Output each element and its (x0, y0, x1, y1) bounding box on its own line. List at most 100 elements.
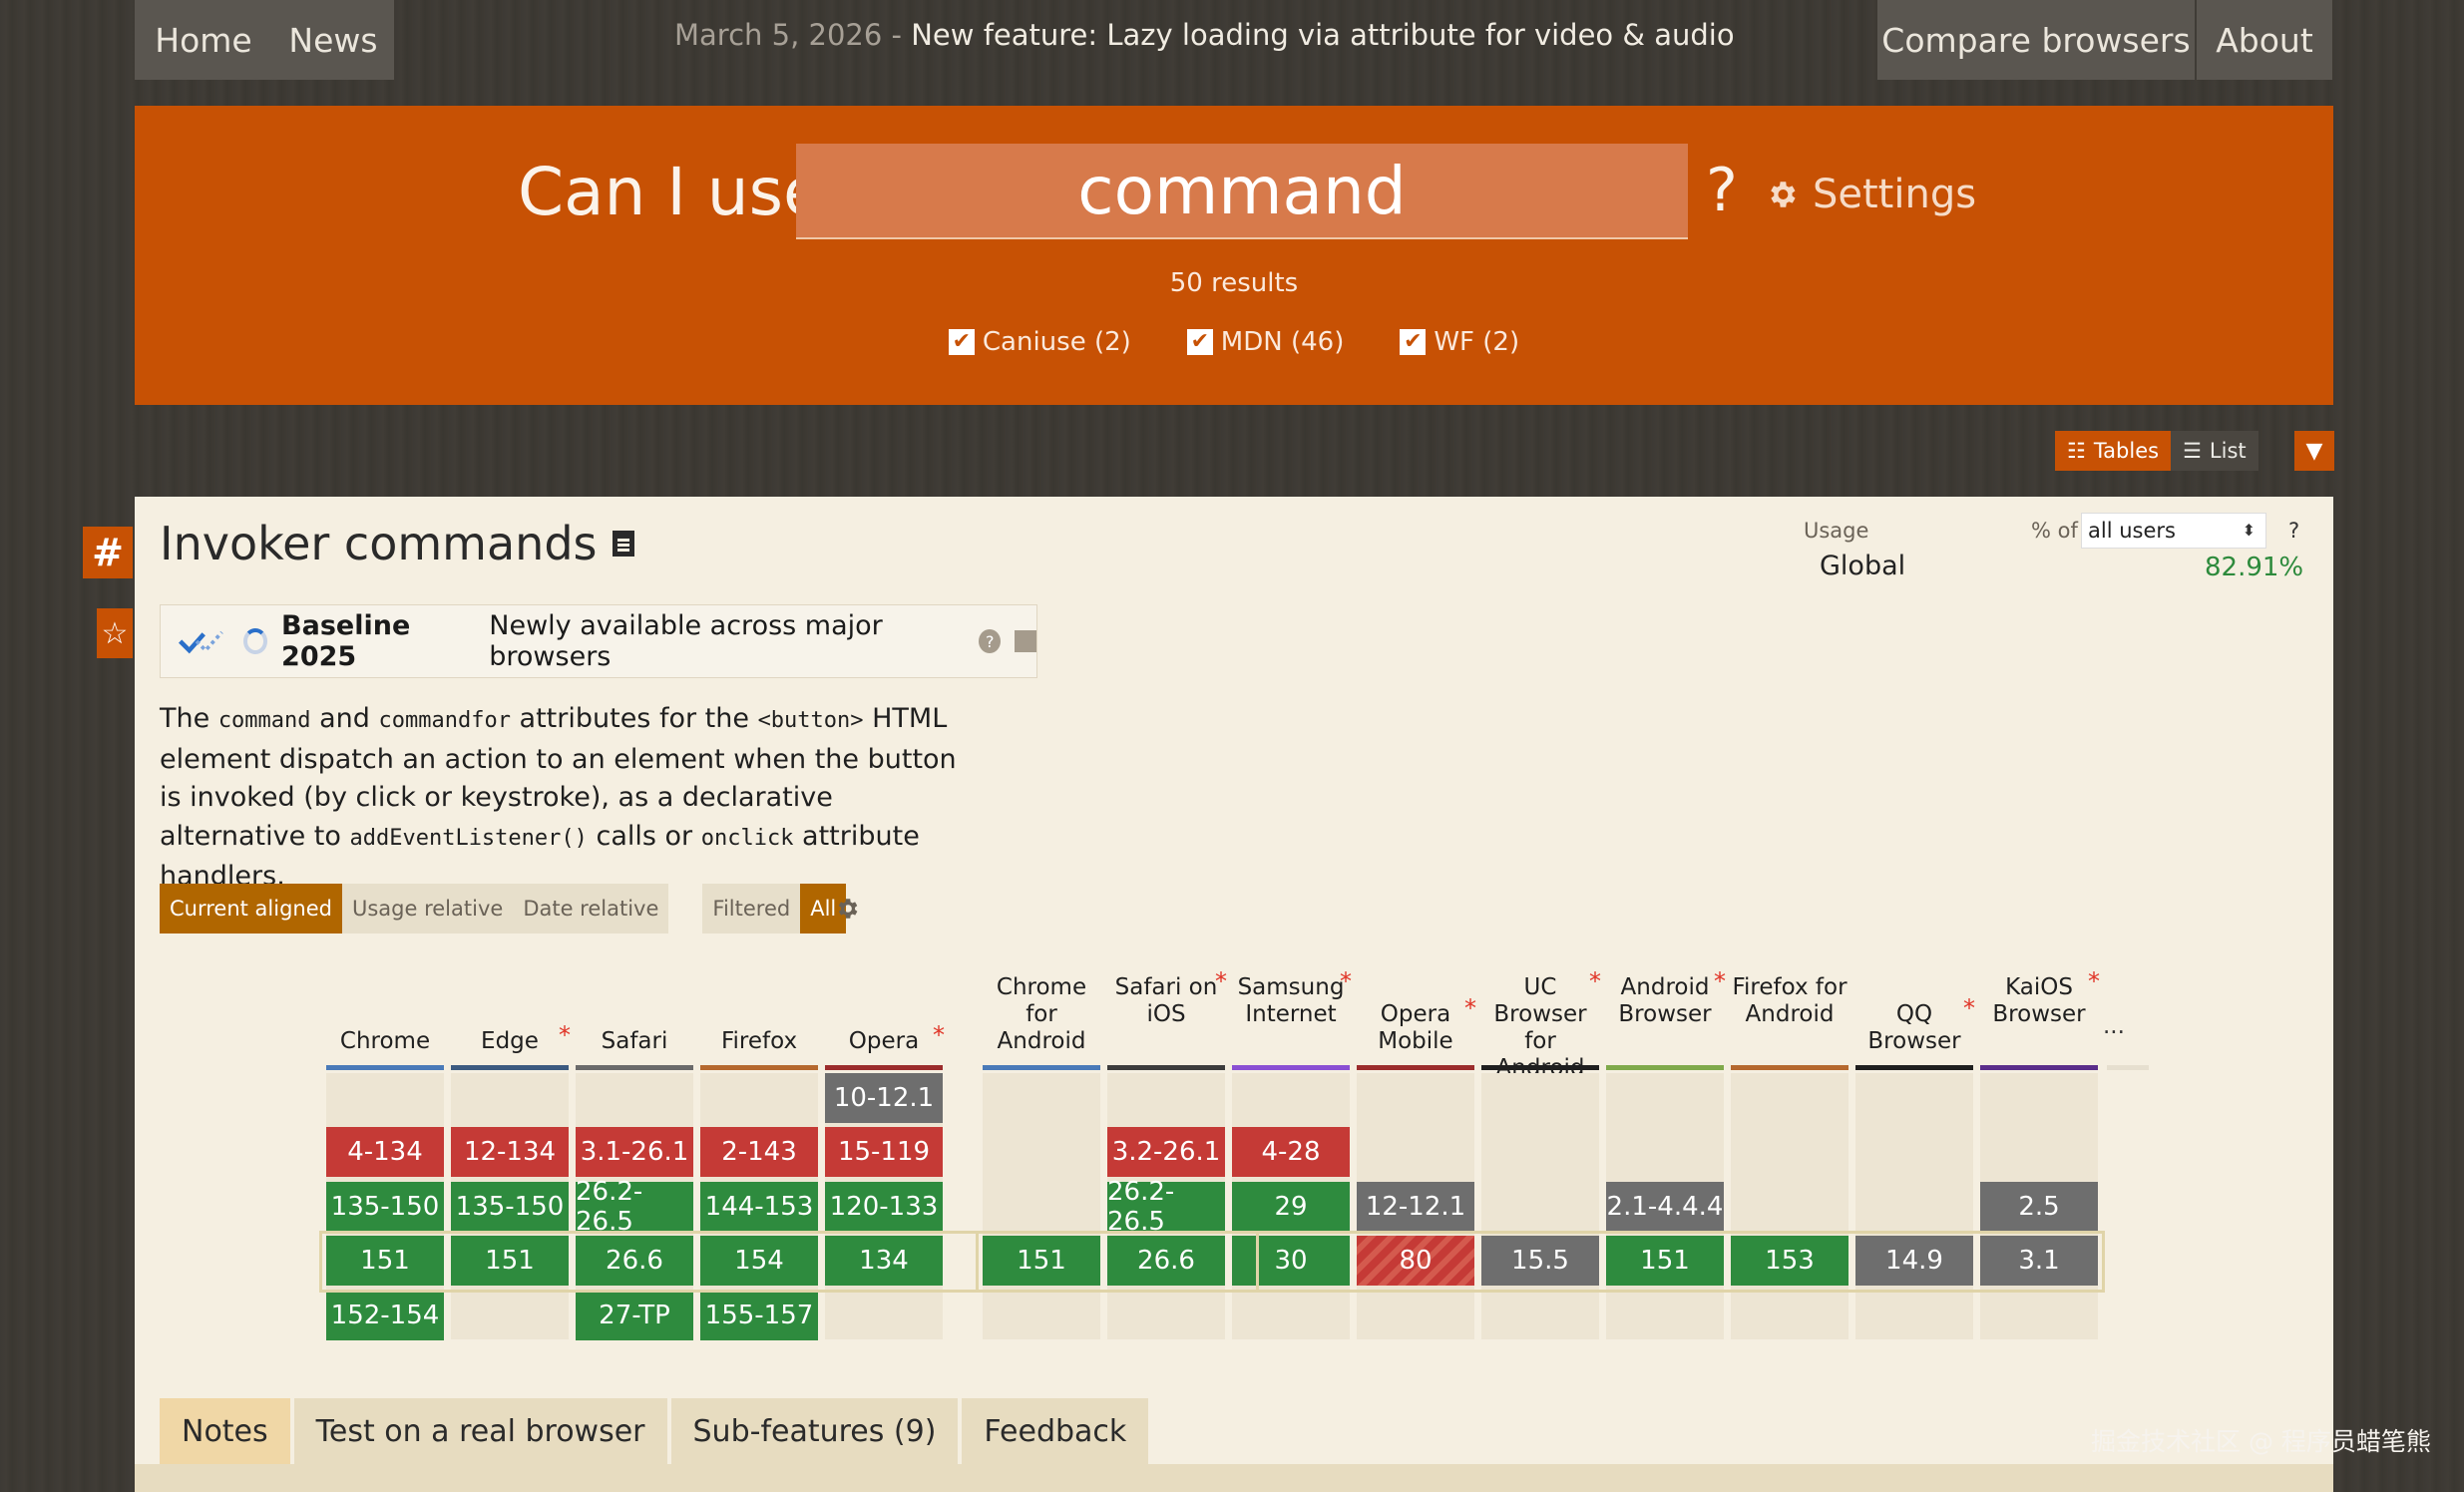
version-cell[interactable]: 29 (1232, 1182, 1350, 1232)
nav-about[interactable]: About (2197, 0, 2332, 80)
note-asterisk[interactable]: * (559, 1022, 571, 1049)
browser-header[interactable]: QQ Browser * (1855, 995, 1975, 1055)
filter-caniuse[interactable]: ✔ Caniuse (2) (948, 327, 1131, 357)
gear-icon (1771, 182, 1796, 207)
browser-header[interactable]: Opera * (825, 1022, 945, 1055)
tab-sub-features[interactable]: Sub-features (9) (670, 1398, 959, 1464)
list-label: List (2209, 439, 2247, 463)
feature-title-text[interactable]: Invoker commands (160, 517, 597, 570)
filter-button[interactable]: ▼ (2294, 431, 2334, 471)
help-icon[interactable]: ? (979, 629, 1002, 653)
note-asterisk[interactable]: * (1714, 968, 1726, 995)
browser-header[interactable]: Opera Mobile * (1357, 995, 1476, 1055)
checkbox-icon[interactable]: ✔ (1400, 329, 1427, 355)
nav-home[interactable]: Home (135, 0, 272, 80)
note-asterisk[interactable]: * (1589, 968, 1601, 995)
desc-code: commandfor (378, 708, 511, 733)
permalink-button[interactable]: # (83, 527, 133, 578)
baseline-desc: Newly available across major browsers (489, 610, 883, 672)
tables-view-button[interactable]: ☷ Tables (2055, 431, 2172, 471)
browser-color-line (1232, 1065, 1350, 1070)
version-cell[interactable]: 4-28 (1232, 1127, 1350, 1177)
version-cell[interactable]: 4-134 (326, 1127, 444, 1177)
can-i-use-label: Can I use (518, 154, 824, 230)
filter-mdn[interactable]: ✔ MDN (46) (1186, 327, 1344, 357)
help-qmark[interactable]: ? (1706, 156, 1738, 225)
browser-name: Firefox for Android (1732, 974, 1848, 1027)
browser-header[interactable]: Safari on iOS * (1107, 968, 1227, 1028)
note-asterisk[interactable]: * (1963, 995, 1975, 1022)
browser-header[interactable]: Chrome (326, 1028, 444, 1055)
browser-header[interactable]: Android Browser * (1606, 968, 1726, 1028)
baseline-badge: Baseline 2025 Newly available across maj… (160, 604, 1037, 678)
version-cell[interactable]: 15-119 (825, 1127, 943, 1177)
browser-color-line (1107, 1065, 1225, 1070)
mode-usage-relative[interactable]: Usage relative (341, 884, 514, 933)
search-input[interactable]: command (796, 144, 1688, 239)
announcement-text[interactable]: New feature: Lazy loading via attribute … (911, 18, 1734, 52)
baseline-name: Baseline 2025 (281, 610, 411, 672)
document-icon[interactable] (613, 531, 635, 557)
browser-header[interactable]: Edge * (451, 1022, 571, 1055)
version-cell[interactable]: 155-157 (700, 1291, 818, 1340)
users-select[interactable]: all users ⬍ (2081, 513, 2266, 549)
note-asterisk[interactable]: * (1215, 968, 1227, 995)
feature-title: Invoker commands (160, 517, 635, 570)
desc-code: addEventListener() (349, 825, 588, 851)
note-asterisk[interactable]: * (1340, 968, 1352, 995)
version-cell[interactable]: 152-154 (326, 1291, 444, 1340)
browser-header[interactable]: Firefox (700, 1028, 818, 1055)
star-button[interactable]: ☆ (97, 608, 133, 658)
checkbox-icon[interactable]: ✔ (1186, 329, 1213, 355)
version-cell[interactable]: 135-150 (326, 1182, 444, 1232)
tab-notes[interactable]: Notes (160, 1398, 290, 1464)
version-cell[interactable]: 10-12.1 (825, 1073, 943, 1123)
settings-button[interactable]: Settings (1765, 172, 1976, 217)
version-cell[interactable]: 27-TP (576, 1291, 693, 1340)
mode-date-relative[interactable]: Date relative (513, 884, 669, 933)
browser-header[interactable]: Safari (576, 1028, 693, 1055)
announcement[interactable]: March 5, 2026 - New feature: Lazy loadin… (674, 18, 1735, 52)
version-cell[interactable]: 120-133 (825, 1182, 943, 1232)
browser-header[interactable]: Samsung Internet * (1232, 968, 1352, 1028)
more-browsers-line (2107, 1065, 2149, 1070)
version-cell[interactable]: 3.2-26.1 (1107, 1127, 1225, 1177)
browser-header[interactable]: Chrome for Android (983, 974, 1100, 1055)
mode-current-aligned[interactable]: Current aligned (160, 884, 342, 933)
tab-feedback[interactable]: Feedback (962, 1398, 1149, 1464)
nav-news[interactable]: News (272, 0, 394, 80)
browser-column (983, 1073, 1100, 1339)
browser-name: Samsung Internet (1237, 974, 1345, 1027)
table-settings-icon[interactable] (834, 896, 860, 922)
list-view-button[interactable]: ☰ List (2171, 431, 2259, 471)
version-cell[interactable]: 135-150 (451, 1182, 569, 1232)
browser-header[interactable]: Firefox for Android (1731, 974, 1848, 1028)
version-cell[interactable]: 2.5 (1980, 1182, 2098, 1232)
note-asterisk[interactable]: * (933, 1022, 945, 1049)
nav-compare-browsers[interactable]: Compare browsers (1877, 0, 2195, 80)
usage-help[interactable]: ? (2288, 519, 2299, 543)
browser-color-line (700, 1065, 818, 1070)
feedback-icon[interactable] (1015, 630, 1036, 652)
watermark: 掘金技术社区 @ 程序员蜡笔熊 (2091, 1427, 2431, 1456)
version-cell[interactable]: 144-153 (700, 1182, 818, 1232)
browser-name: Chrome (339, 1028, 431, 1054)
more-browsers[interactable]: ... (2103, 1013, 2125, 1039)
browser-name: Android Browser (1618, 974, 1712, 1027)
version-cell[interactable]: 26.2-26.5 (1107, 1177, 1225, 1237)
version-cell[interactable]: 12-134 (451, 1127, 569, 1177)
filter-wf[interactable]: ✔ WF (2) (1400, 327, 1519, 357)
mode-filtered[interactable]: Filtered (702, 884, 801, 933)
browser-header[interactable]: KaiOS Browser * (1980, 968, 2100, 1028)
version-cell[interactable]: 12-12.1 (1357, 1182, 1474, 1232)
version-cell[interactable]: 2.1-4.4.4 (1606, 1182, 1724, 1232)
note-asterisk[interactable]: * (2088, 968, 2100, 995)
checkbox-icon[interactable]: ✔ (948, 329, 975, 355)
tab-test-real-browser[interactable]: Test on a real browser (293, 1398, 667, 1464)
version-cell[interactable]: 3.1-26.1 (576, 1127, 693, 1177)
list-icon: ☰ (2183, 439, 2202, 463)
version-cell[interactable]: 2-143 (700, 1127, 818, 1177)
results-count: 50 results (1169, 268, 1299, 298)
note-asterisk[interactable]: * (1464, 995, 1476, 1022)
version-cell[interactable]: 26.2-26.5 (576, 1177, 693, 1237)
